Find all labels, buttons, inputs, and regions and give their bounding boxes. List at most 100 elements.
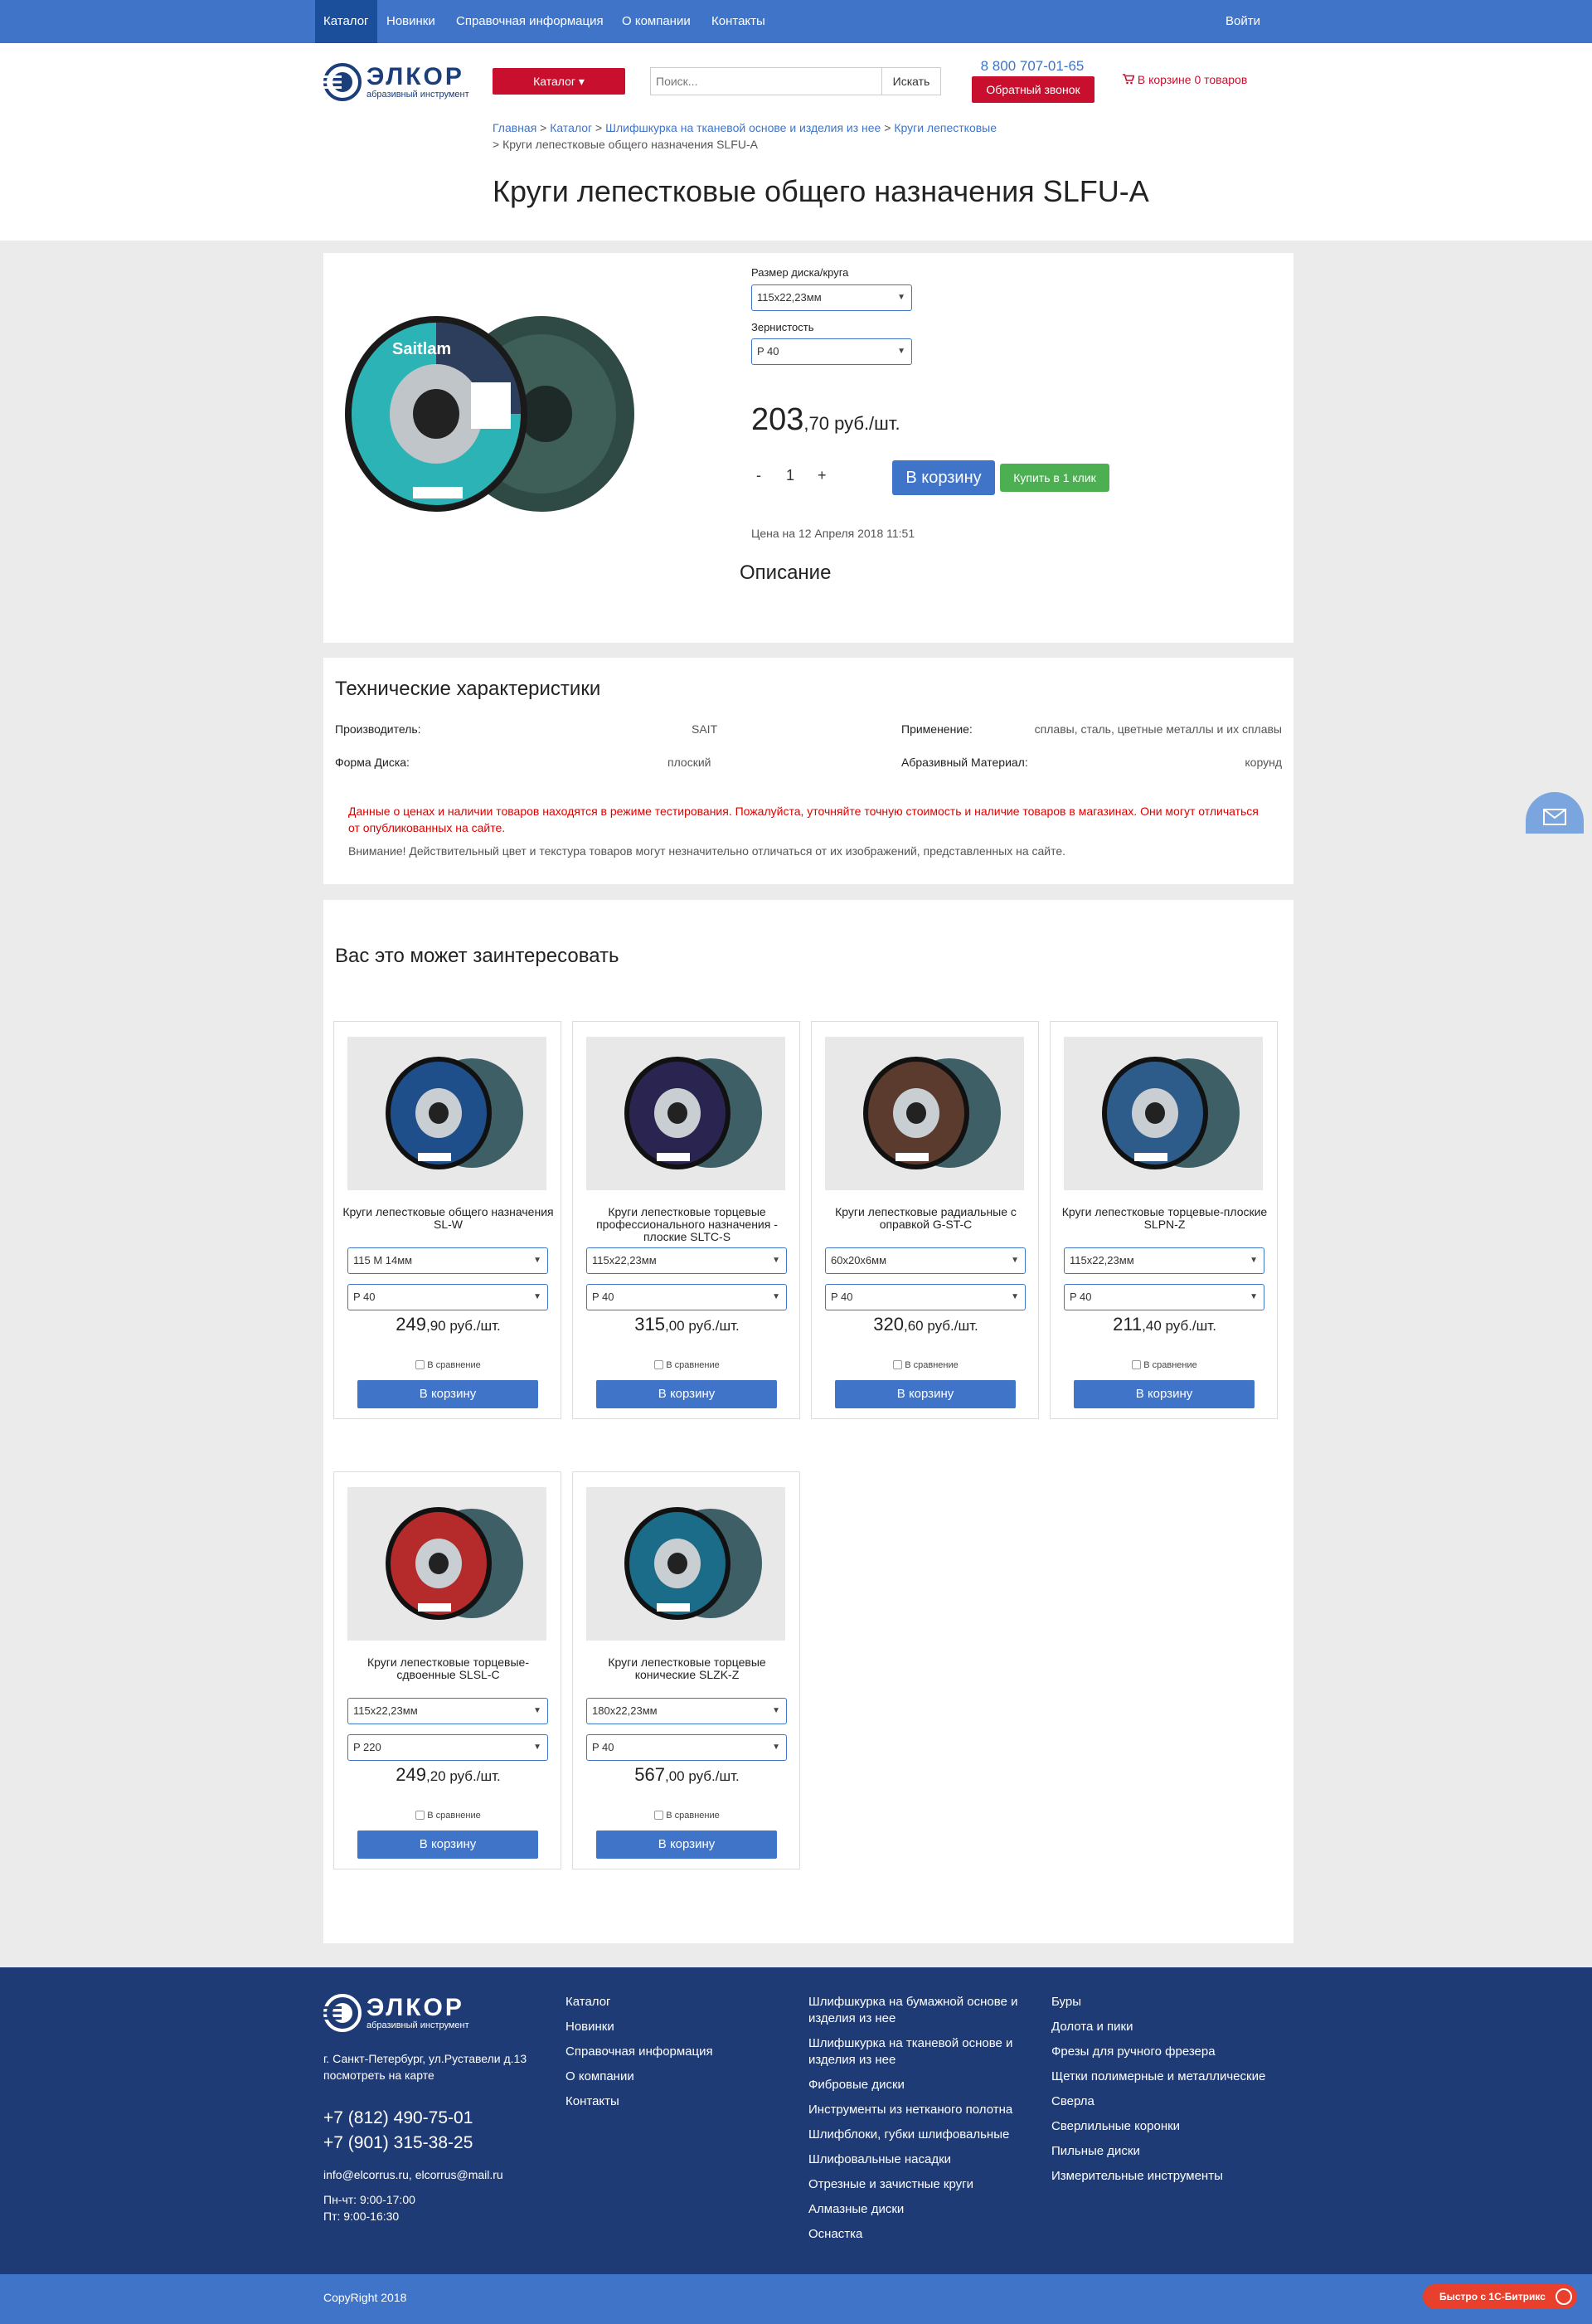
compare-checkbox[interactable]: В сравнение: [1051, 1360, 1279, 1370]
nav-contacts[interactable]: Контакты: [703, 0, 774, 43]
reco-size-select[interactable]: 115x22,23мм ▼: [1064, 1247, 1264, 1274]
footer-link[interactable]: Фибровые диски: [808, 2077, 1032, 2093]
footer-link[interactable]: Пильные диски: [1051, 2143, 1292, 2160]
footer-link[interactable]: Отрезные и зачистные круги: [808, 2176, 1032, 2193]
reco-add-to-cart-button[interactable]: В корзину: [596, 1380, 777, 1408]
qty-input[interactable]: 1: [786, 467, 794, 484]
reco-size-select[interactable]: 60x20x6мм ▼: [825, 1247, 1026, 1274]
search-input[interactable]: [650, 67, 882, 95]
footer-link[interactable]: Сверлильные коронки: [1051, 2118, 1292, 2135]
buy-one-click-button[interactable]: Купить в 1 клик: [1000, 464, 1109, 492]
reco-add-to-cart-button[interactable]: В корзину: [357, 1831, 538, 1859]
footer-link[interactable]: Каталог: [565, 1994, 781, 2010]
qty-plus-button[interactable]: +: [818, 467, 827, 484]
qty-minus-button[interactable]: -: [756, 467, 761, 484]
reco-product-image[interactable]: [347, 1037, 546, 1190]
search-button[interactable]: Искать: [881, 67, 941, 95]
footer-link[interactable]: Фрезы для ручного фрезера: [1051, 2044, 1292, 2060]
footer-email[interactable]: info@elcorrus.ru, elcorrus@mail.ru: [323, 2166, 503, 2183]
reco-product-card[interactable]: Круги лепестковые торцевые конические SL…: [572, 1471, 800, 1869]
reco-grit-select[interactable]: P 40 ▼: [347, 1284, 548, 1310]
reco-product-card[interactable]: Круги лепестковые торцевые-плоские SLPN-…: [1050, 1021, 1278, 1419]
footer-map-link[interactable]: посмотреть на карте: [323, 2067, 434, 2083]
reco-size-select[interactable]: 180x22,23мм ▼: [586, 1698, 787, 1724]
compare-checkbox[interactable]: В сравнение: [334, 1811, 562, 1821]
footer-link[interactable]: Измерительные инструменты: [1051, 2168, 1292, 2185]
footer-phone-1[interactable]: +7 (812) 490-75-01: [323, 2108, 473, 2128]
reco-product-name[interactable]: Круги лепестковые радиальные с оправкой …: [820, 1206, 1031, 1231]
reco-product-name[interactable]: Круги лепестковые торцевые-сдвоенные SLS…: [342, 1656, 554, 1681]
reco-size-select[interactable]: 115x22,23мм ▼: [586, 1247, 787, 1274]
bitrix-badge[interactable]: Быстро с 1С-Битрикс: [1423, 2284, 1577, 2309]
footer-link[interactable]: Контакты: [565, 2093, 781, 2110]
nav-reference[interactable]: Справочная информация: [448, 0, 612, 43]
reco-product-image[interactable]: [586, 1487, 785, 1641]
reco-product-name[interactable]: Круги лепестковые торцевые-плоские SLPN-…: [1059, 1206, 1270, 1231]
footer-link[interactable]: Алмазные диски: [808, 2201, 1032, 2218]
reco-product-name[interactable]: Круги лепестковые торцевые профессиональ…: [581, 1206, 793, 1243]
grit-select[interactable]: P 40 ▼: [751, 338, 912, 365]
reco-add-to-cart-button[interactable]: В корзину: [596, 1831, 777, 1859]
footer-link[interactable]: Шлифовальные насадки: [808, 2151, 1032, 2168]
header-phone[interactable]: 8 800 707-01-65: [970, 58, 1094, 75]
login-link[interactable]: Войти: [1217, 0, 1269, 43]
product-image[interactable]: Saitlam: [338, 306, 637, 522]
reco-grit-select[interactable]: P 40 ▼: [825, 1284, 1026, 1310]
compare-checkbox[interactable]: В сравнение: [573, 1811, 801, 1821]
breadcrumb-catalog[interactable]: Каталог: [550, 121, 592, 134]
reco-product-card[interactable]: Круги лепестковые торцевые-сдвоенные SLS…: [333, 1471, 561, 1869]
footer-logo[interactable]: ЭЛКОР абразивный инструмент: [323, 1992, 473, 2034]
reco-product-card[interactable]: Круги лепестковые торцевые профессиональ…: [572, 1021, 800, 1419]
breadcrumb-category[interactable]: Шлифшкурка на тканевой основе и изделия …: [605, 121, 881, 134]
size-select[interactable]: 115x22,23мм ▼: [751, 284, 912, 311]
checkbox-icon[interactable]: [415, 1811, 425, 1820]
reco-size-select[interactable]: 115x22,23мм ▼: [347, 1698, 548, 1724]
reco-product-name[interactable]: Круги лепестковые общего назначения SL-W: [342, 1206, 554, 1231]
breadcrumb-subcategory[interactable]: Круги лепестковые: [894, 121, 997, 134]
reco-add-to-cart-button[interactable]: В корзину: [1074, 1380, 1255, 1408]
reco-product-name[interactable]: Круги лепестковые торцевые конические SL…: [581, 1656, 793, 1681]
checkbox-icon[interactable]: [415, 1360, 425, 1369]
reco-grit-select[interactable]: P 220 ▼: [347, 1734, 548, 1761]
footer-link[interactable]: Щетки полимерные и металлические: [1051, 2069, 1292, 2085]
checkbox-icon[interactable]: [654, 1811, 664, 1820]
feedback-tab[interactable]: [1526, 792, 1584, 834]
nav-catalog[interactable]: Каталог: [315, 0, 377, 43]
reco-product-card[interactable]: Круги лепестковые общего назначения SL-W…: [333, 1021, 561, 1419]
footer-link[interactable]: Справочная информация: [565, 2044, 781, 2060]
catalog-dropdown-button[interactable]: Каталог ▾: [493, 68, 625, 95]
compare-checkbox[interactable]: В сравнение: [812, 1360, 1040, 1370]
reco-product-card[interactable]: Круги лепестковые радиальные с оправкой …: [811, 1021, 1039, 1419]
checkbox-icon[interactable]: [1132, 1360, 1142, 1369]
reco-size-select[interactable]: 115 M 14мм ▼: [347, 1247, 548, 1274]
footer-link[interactable]: Шлифшкурка на тканевой основе и изделия …: [808, 2035, 1032, 2069]
footer-link[interactable]: Инструменты из нетканого полотна: [808, 2102, 1032, 2118]
nav-about[interactable]: О компании: [614, 0, 699, 43]
reco-grit-select[interactable]: P 40 ▼: [586, 1284, 787, 1310]
site-logo[interactable]: ЭЛКОР абразивный инструмент: [323, 61, 473, 103]
footer-link[interactable]: Долота и пики: [1051, 2019, 1292, 2035]
reco-add-to-cart-button[interactable]: В корзину: [835, 1380, 1016, 1408]
reco-grit-select[interactable]: P 40 ▼: [1064, 1284, 1264, 1310]
checkbox-icon[interactable]: [654, 1360, 664, 1369]
footer-link[interactable]: О компании: [565, 2069, 781, 2085]
reco-product-image[interactable]: [1064, 1037, 1263, 1190]
footer-link[interactable]: Оснастка: [808, 2226, 1032, 2243]
compare-checkbox[interactable]: В сравнение: [573, 1360, 801, 1370]
reco-add-to-cart-button[interactable]: В корзину: [357, 1380, 538, 1408]
cart-link[interactable]: В корзине 0 товаров: [1123, 73, 1247, 86]
footer-phone-2[interactable]: +7 (901) 315-38-25: [323, 2133, 473, 2153]
checkbox-icon[interactable]: [893, 1360, 903, 1369]
footer-link[interactable]: Шлифшкурка на бумажной основе и изделия …: [808, 1994, 1032, 2027]
callback-button[interactable]: Обратный звонок: [972, 76, 1094, 103]
reco-product-image[interactable]: [825, 1037, 1024, 1190]
nav-new[interactable]: Новинки: [378, 0, 444, 43]
reco-product-image[interactable]: [347, 1487, 546, 1641]
reco-product-image[interactable]: [586, 1037, 785, 1190]
footer-link[interactable]: Сверла: [1051, 2093, 1292, 2110]
reco-grit-select[interactable]: P 40 ▼: [586, 1734, 787, 1761]
footer-link[interactable]: Шлифблоки, губки шлифовальные: [808, 2127, 1032, 2143]
footer-link[interactable]: Буры: [1051, 1994, 1292, 2010]
breadcrumb-home[interactable]: Главная: [493, 121, 536, 134]
footer-link[interactable]: Новинки: [565, 2019, 781, 2035]
